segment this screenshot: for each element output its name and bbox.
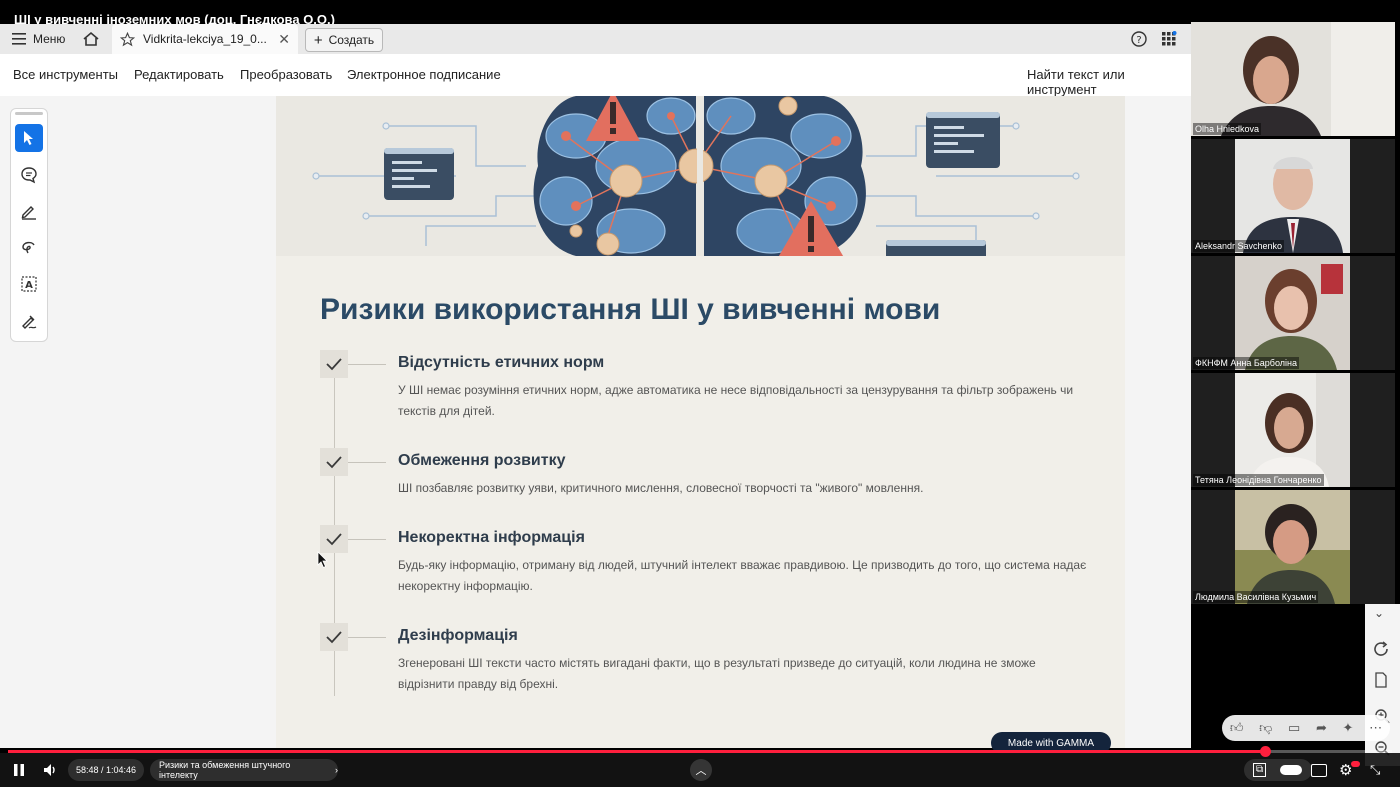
chevron-up-icon[interactable]: ︿ xyxy=(690,759,712,781)
draw-tool-icon[interactable] xyxy=(15,234,43,262)
participant-name: ФКНФМ Анна Барболіна xyxy=(1193,357,1299,369)
menu-button[interactable]: Меню xyxy=(12,24,65,54)
participant-tile[interactable]: Людмила Василівна Кузьмич xyxy=(1191,490,1395,604)
apps-grid-icon[interactable] xyxy=(1161,24,1177,54)
participant-name: Тетяна Леонідівна Гончаренко xyxy=(1193,474,1324,486)
check-icon xyxy=(320,350,348,378)
connector-line xyxy=(348,539,386,540)
menu-e-sign[interactable]: Электронное подписание xyxy=(347,67,501,82)
chevron-down-icon[interactable]: ⌄ xyxy=(1374,606,1384,620)
reactions-bar: 👍︎ 👎︎ ▭ ➦ ✦ ⋯ xyxy=(1222,715,1390,741)
item-title: Відсутність етичних норм xyxy=(398,354,605,371)
document-tab[interactable]: Vidkrita-lekciya_19_0... ✕ xyxy=(112,24,298,54)
hero-illustration xyxy=(276,96,1125,256)
svg-text:?: ? xyxy=(1136,35,1141,46)
acrobat-tab-bar: Меню Vidkrita-lekciya_19_0... ✕ + Создат… xyxy=(0,24,1191,54)
hd-badge xyxy=(1351,761,1360,767)
dislike-icon[interactable]: 👎︎ xyxy=(1259,720,1272,736)
svg-text:A: A xyxy=(25,280,33,291)
text-box-tool-icon[interactable]: A xyxy=(15,270,43,298)
miniplayer-icon[interactable] xyxy=(1311,764,1327,777)
progress-played xyxy=(8,750,1265,753)
create-button[interactable]: + Создать xyxy=(305,28,383,52)
slide-title: Ризики використання ШІ у вивченні мови xyxy=(320,293,941,326)
check-icon xyxy=(320,623,348,651)
connector-line xyxy=(348,637,386,638)
item-description: У ШІ немає розуміння етичних норм, адже … xyxy=(398,383,1074,418)
chapter-title: Ризики та обмеження штучного інтелекту xyxy=(159,760,291,780)
hamburger-icon xyxy=(12,33,26,45)
item-title: Дезінформація xyxy=(398,627,518,644)
help-icon[interactable]: ? xyxy=(1131,24,1147,54)
comment-tool-icon[interactable] xyxy=(15,161,43,189)
time-display: 58:48 / 1:04:46 xyxy=(68,759,144,781)
find-text-or-tool[interactable]: Найти текст или инструмент xyxy=(1027,67,1191,97)
subtitles-icon[interactable]: ⧉ xyxy=(1253,763,1267,777)
sign-tool-icon[interactable] xyxy=(15,307,43,335)
select-tool-icon[interactable] xyxy=(15,124,43,152)
like-icon[interactable]: 👍︎ xyxy=(1230,720,1244,736)
item-title: Обмеження розвитку xyxy=(398,452,566,469)
participant-name: Olha Hniedkova xyxy=(1193,123,1262,135)
player-toggles-pill: ⧉ xyxy=(1244,759,1312,781)
item-description: Згенеровані ШІ тексти часто містять вига… xyxy=(398,656,1036,691)
highlight-tool-icon[interactable] xyxy=(15,197,43,225)
connector-line xyxy=(348,364,386,365)
participant-tile[interactable]: Aleksandr Savchenko xyxy=(1191,139,1395,253)
chapter-button[interactable]: Ризики та обмеження штучного інтелекту › xyxy=(150,759,338,781)
participant-name: Aleksandr Savchenko xyxy=(1193,240,1285,252)
right-pane xyxy=(1125,96,1191,748)
share-icon[interactable]: ➦ xyxy=(1316,720,1327,736)
connector-line xyxy=(348,462,386,463)
refresh-icon[interactable] xyxy=(1372,640,1390,663)
participant-tile[interactable]: ФКНФМ Анна Барболіна xyxy=(1191,256,1395,370)
menu-convert[interactable]: Преобразовать xyxy=(240,67,332,82)
participant-name: Людмила Василівна Кузьмич xyxy=(1193,591,1319,603)
check-icon xyxy=(320,448,348,476)
comment-icon[interactable]: ▭ xyxy=(1288,720,1300,736)
mouse-cursor-icon xyxy=(317,551,328,569)
drag-handle[interactable] xyxy=(15,112,43,115)
side-toolbar: ⌄ xyxy=(1365,604,1400,766)
star-icon xyxy=(120,31,135,46)
page-icon[interactable] xyxy=(1374,672,1388,693)
volume-icon[interactable] xyxy=(42,762,58,783)
item-description: Будь-яку інформацію, отриману від людей,… xyxy=(398,558,1087,593)
quick-tools-panel: A xyxy=(10,108,48,342)
item-description: ШІ позбавляє розвитку уяви, критичного м… xyxy=(398,481,924,495)
more-icon[interactable]: ⋯ xyxy=(1369,720,1382,736)
participant-tile[interactable]: Olha Hniedkova xyxy=(1191,22,1395,136)
pause-icon[interactable] xyxy=(12,763,26,782)
create-label: Создать xyxy=(328,33,375,47)
check-icon xyxy=(320,525,348,553)
tab-label: Vidkrita-lekciya_19_0... xyxy=(143,32,267,46)
chevron-right-icon: › xyxy=(335,765,338,775)
menu-all-tools[interactable]: Все инструменты xyxy=(13,67,118,82)
acrobat-menubar: Все инструменты Редактировать Преобразов… xyxy=(0,54,1191,97)
presentation-slide: Ризики використання ШІ у вивченні мови В… xyxy=(276,96,1125,748)
close-tab-icon[interactable]: ✕ xyxy=(278,31,290,48)
progress-scrubber[interactable] xyxy=(1259,746,1271,757)
item-title: Некоректна інформація xyxy=(398,529,585,546)
menu-label: Меню xyxy=(33,32,66,46)
participant-tile[interactable]: Тетяна Леонідівна Гончаренко xyxy=(1191,373,1395,487)
sparkle-icon[interactable]: ✦ xyxy=(1343,720,1354,736)
fullscreen-exit-icon[interactable]: ⤡ xyxy=(1370,762,1380,778)
menu-edit[interactable]: Редактировать xyxy=(134,67,224,82)
home-icon[interactable] xyxy=(82,24,100,54)
plus-icon: + xyxy=(313,31,323,49)
autoplay-toggle[interactable] xyxy=(1280,765,1302,775)
